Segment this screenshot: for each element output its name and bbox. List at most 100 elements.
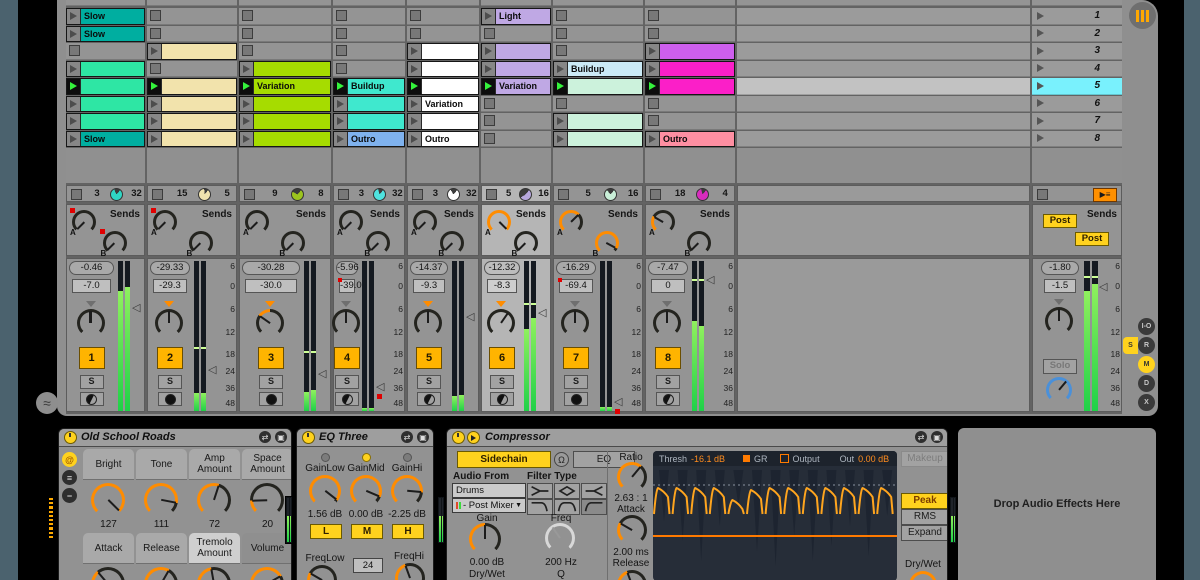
- clip-slot-empty[interactable]: [147, 8, 237, 25]
- arm-button[interactable]: [335, 392, 359, 406]
- send-b-knob[interactable]: B: [103, 231, 127, 255]
- track-number-button[interactable]: 2: [157, 347, 183, 369]
- clip-stop-button[interactable]: [336, 28, 347, 39]
- track-stop-button[interactable]: [412, 189, 423, 200]
- arm-button[interactable]: [259, 392, 283, 406]
- gain-knob[interactable]: [469, 523, 501, 555]
- filter-type-button[interactable]: [554, 483, 580, 499]
- clip-stop-button[interactable]: [410, 28, 421, 39]
- pan-knob[interactable]: [155, 309, 183, 337]
- clip-slot-empty[interactable]: [333, 61, 405, 78]
- send-a-knob[interactable]: A: [245, 210, 269, 234]
- clip-slot[interactable]: Buildup: [333, 78, 405, 95]
- eq3-band-button[interactable]: L: [310, 524, 342, 539]
- track-number-button[interactable]: 6: [489, 347, 515, 369]
- clip-launch-button[interactable]: [67, 27, 81, 42]
- clip-launch-button[interactable]: [67, 79, 81, 94]
- show-sends-toggle[interactable]: S: [1123, 337, 1138, 354]
- clip-launch-button[interactable]: [334, 79, 348, 94]
- freq-knob[interactable]: [545, 523, 575, 553]
- clip-stop-button[interactable]: [556, 98, 567, 109]
- arm-button[interactable]: [490, 392, 514, 406]
- cue-volume-knob[interactable]: [1046, 377, 1072, 403]
- scene-fire-button[interactable]: ▶≡: [1093, 188, 1117, 202]
- attack-knob[interactable]: [617, 515, 647, 545]
- clip-slot[interactable]: Variation: [407, 96, 479, 113]
- clip-slot[interactable]: [645, 43, 735, 60]
- clip-stop-button[interactable]: [150, 10, 161, 21]
- scene-slot[interactable]: 8: [1032, 131, 1122, 148]
- clip-stop-button[interactable]: [410, 10, 421, 21]
- pan-knob[interactable]: [653, 309, 681, 337]
- expand-button[interactable]: Expand: [901, 525, 948, 541]
- release-knob[interactable]: [617, 570, 647, 580]
- track-stop-button[interactable]: [338, 189, 349, 200]
- drop-audio-effects-zone[interactable]: Drop Audio Effects Here: [958, 428, 1156, 580]
- track-number-button[interactable]: 5: [416, 347, 442, 369]
- pan-knob[interactable]: [256, 309, 284, 337]
- audio-from-sub-select[interactable]: - Post Mixer▼: [452, 498, 526, 513]
- eq3-band-button[interactable]: H: [392, 524, 424, 539]
- clip-slot[interactable]: [239, 61, 331, 78]
- eq3-slope-box[interactable]: 24: [353, 558, 383, 573]
- clip-slot[interactable]: [333, 113, 405, 130]
- macro-knob[interactable]: [91, 567, 125, 580]
- clip-slot[interactable]: Light: [481, 8, 551, 25]
- clip-launch-button[interactable]: [646, 44, 660, 59]
- clip-stop-button[interactable]: [242, 45, 253, 56]
- send-a-knob[interactable]: A: [413, 210, 437, 234]
- clip-stop-button[interactable]: [484, 28, 495, 39]
- volume-value-field[interactable]: -8.3: [487, 279, 517, 293]
- pan-knob[interactable]: [561, 309, 589, 337]
- solo-button[interactable]: S: [80, 375, 104, 389]
- clip-slot[interactable]: [553, 113, 643, 130]
- filter-type-button[interactable]: [527, 483, 553, 499]
- clip-stop-button[interactable]: [556, 45, 567, 56]
- clip-slot[interactable]: Buildup: [553, 61, 643, 78]
- volume-value-field[interactable]: -1.5: [1044, 279, 1076, 293]
- volume-value-field[interactable]: -9.3: [413, 279, 445, 293]
- pan-knob[interactable]: [487, 309, 515, 337]
- clip-stop-button[interactable]: [648, 10, 659, 21]
- fader-handle[interactable]: ◁: [132, 303, 140, 313]
- clip-launch-button[interactable]: [67, 97, 81, 112]
- clip-stop-button[interactable]: [484, 115, 495, 126]
- scene-slot[interactable]: 4: [1032, 61, 1122, 78]
- clip-stop-button[interactable]: [648, 98, 659, 109]
- macro-knob[interactable]: [144, 567, 178, 580]
- solo-button[interactable]: S: [490, 375, 514, 389]
- clip-slot[interactable]: [66, 61, 145, 78]
- clip-launch-button[interactable]: [67, 9, 81, 24]
- clip-slot[interactable]: Slow: [66, 8, 145, 25]
- arm-button[interactable]: [80, 392, 104, 406]
- volume-value-field[interactable]: -29.3: [153, 279, 187, 293]
- eq3-hotswap-icon[interactable]: ⇄: [401, 431, 413, 443]
- clip-slot[interactable]: [407, 61, 479, 78]
- clip-slot-empty[interactable]: [481, 131, 551, 148]
- clip-slot[interactable]: [239, 96, 331, 113]
- clip-slot-empty[interactable]: [239, 26, 331, 43]
- clip-launch-button[interactable]: [408, 132, 422, 147]
- filter-type-button[interactable]: [581, 483, 607, 499]
- ratio-knob[interactable]: [617, 462, 647, 492]
- clip-slot-empty[interactable]: [333, 26, 405, 43]
- macro-knob[interactable]: [91, 483, 125, 517]
- show-crossfader-toggle[interactable]: X: [1138, 394, 1155, 411]
- pan-knob[interactable]: [77, 309, 105, 337]
- eq3-freqhi-knob[interactable]: [395, 563, 425, 580]
- send-b-knob[interactable]: B: [189, 231, 213, 255]
- clip-launch-button[interactable]: [408, 97, 422, 112]
- clip-stop-button[interactable]: [556, 28, 567, 39]
- clip-stop-button[interactable]: [336, 63, 347, 74]
- show-io-toggle[interactable]: I-O: [1138, 318, 1155, 335]
- clip-launch-button[interactable]: [554, 79, 568, 94]
- track-number-button[interactable]: 4: [334, 347, 360, 369]
- clip-slot[interactable]: Slow: [66, 26, 145, 43]
- clip-launch-button[interactable]: [554, 114, 568, 129]
- out-value[interactable]: 0.00 dB: [858, 454, 889, 464]
- clip-slot[interactable]: [147, 96, 237, 113]
- clip-stop-button[interactable]: [484, 98, 495, 109]
- clip-slot-empty[interactable]: [66, 43, 145, 60]
- rack-save-icon[interactable]: ▣: [275, 431, 287, 443]
- macro-knob[interactable]: [197, 483, 231, 517]
